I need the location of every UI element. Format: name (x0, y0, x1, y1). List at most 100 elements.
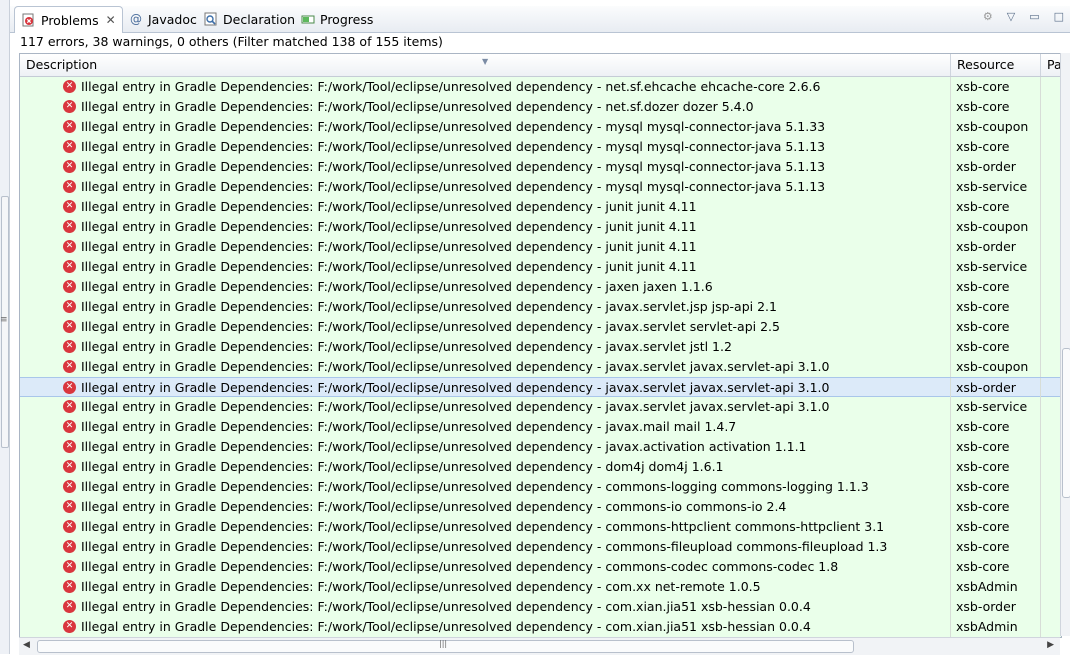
column-header-description[interactable]: Description ▼ (20, 54, 951, 76)
table-row[interactable]: ✕ Illegal entry in Gradle Dependencies: F… (20, 317, 1061, 337)
minimize-icon[interactable]: ▭ (1029, 10, 1039, 23)
table-row[interactable]: ✕ Illegal entry in Gradle Dependencies: F… (20, 597, 1061, 617)
table-row[interactable]: ✕ Illegal entry in Gradle Dependencies: F… (20, 157, 1061, 177)
table-row[interactable]: ✕ Illegal entry in Gradle Dependencies: F… (20, 417, 1061, 437)
maximize-icon[interactable]: □ (1054, 10, 1064, 23)
tab-problems-label: Problems (41, 12, 99, 28)
description-text: Illegal entry in Gradle Dependencies: F:… (81, 199, 697, 214)
path-cell (1041, 537, 1061, 557)
scroll-grip-icon: ||| (439, 639, 448, 648)
tab-declaration[interactable]: Declaration (197, 6, 301, 32)
table-row[interactable]: ✕ Illegal entry in Gradle Dependencies: F… (20, 357, 1061, 377)
error-icon: ✕ (63, 560, 76, 573)
path-cell (1041, 77, 1061, 97)
table-row[interactable]: ✕ Illegal entry in Gradle Dependencies: F… (20, 97, 1061, 117)
declaration-icon (203, 11, 219, 27)
table-row[interactable]: ✕ Illegal entry in Gradle Dependencies: F… (20, 237, 1061, 257)
table-row[interactable]: ✕ Illegal entry in Gradle Dependencies: F… (20, 617, 1061, 637)
path-cell (1041, 257, 1061, 277)
table-row[interactable]: ✕ Illegal entry in Gradle Dependencies: F… (20, 477, 1061, 497)
resource-cell: xsb-order (951, 597, 1041, 617)
description-text: Illegal entry in Gradle Dependencies: F:… (81, 319, 780, 334)
description-text: Illegal entry in Gradle Dependencies: F:… (81, 159, 826, 174)
description-text: Illegal entry in Gradle Dependencies: F:… (81, 419, 737, 434)
table-row[interactable]: ✕ Illegal entry in Gradle Dependencies: F… (20, 297, 1061, 317)
chevron-down-icon[interactable]: ▽ (1007, 10, 1015, 23)
vertical-scrollbar[interactable] (1060, 53, 1070, 636)
vertical-scroll-thumb[interactable] (1062, 348, 1070, 498)
description-text: Illegal entry in Gradle Dependencies: F:… (81, 380, 830, 395)
tab-javadoc[interactable]: @ Javadoc (122, 6, 203, 32)
table-row[interactable]: ✕ Illegal entry in Gradle Dependencies: F… (20, 277, 1061, 297)
column-header-resource[interactable]: Resource (951, 54, 1041, 76)
scroll-left-icon[interactable]: ◀ (23, 640, 30, 650)
path-cell (1041, 157, 1061, 177)
horizontal-scrollbar[interactable]: ◀ ||| ▶ (19, 637, 1060, 655)
resource-cell: xsb-coupon (951, 217, 1041, 237)
resource-cell: xsb-core (951, 77, 1041, 97)
error-icon: ✕ (63, 420, 76, 433)
error-icon: ✕ (63, 540, 76, 553)
error-icon: ✕ (63, 400, 76, 413)
error-icon: ✕ (63, 300, 76, 313)
resource-cell: xsb-core (951, 317, 1041, 337)
description-text: Illegal entry in Gradle Dependencies: F:… (81, 579, 761, 594)
table-row[interactable]: ✕ Illegal entry in Gradle Dependencies: F… (20, 537, 1061, 557)
tab-problems[interactable]: Problems ✕ (14, 6, 123, 33)
table-row[interactable]: ✕ Illegal entry in Gradle Dependencies: F… (20, 397, 1061, 417)
resource-cell: xsb-core (951, 477, 1041, 497)
resource-cell: xsb-core (951, 457, 1041, 477)
table-row[interactable]: ✕ Illegal entry in Gradle Dependencies: F… (20, 217, 1061, 237)
error-icon: ✕ (63, 520, 76, 533)
table-row[interactable]: ✕ Illegal entry in Gradle Dependencies: F… (20, 337, 1061, 357)
error-icon: ✕ (63, 180, 76, 193)
description-text: Illegal entry in Gradle Dependencies: F:… (81, 619, 811, 634)
table-row[interactable]: ✕ Illegal entry in Gradle Dependencies: F… (20, 517, 1061, 537)
javadoc-icon: @ (130, 12, 142, 26)
path-cell (1041, 617, 1061, 637)
path-cell (1041, 437, 1061, 457)
table-row[interactable]: ✕ Illegal entry in Gradle Dependencies: F… (20, 117, 1061, 137)
table-row[interactable]: ✕ Illegal entry in Gradle Dependencies: F… (20, 377, 1061, 398)
scroll-right-icon[interactable]: ▶ (1047, 640, 1054, 650)
error-icon: ✕ (63, 200, 76, 213)
resource-cell: xsb-order (951, 157, 1041, 177)
table-row[interactable]: ✕ Illegal entry in Gradle Dependencies: F… (20, 437, 1061, 457)
description-cell: ✕ Illegal entry in Gradle Dependencies: F… (20, 137, 951, 157)
table-row[interactable]: ✕ Illegal entry in Gradle Dependencies: F… (20, 577, 1061, 597)
table-row[interactable]: ✕ Illegal entry in Gradle Dependencies: F… (20, 457, 1061, 477)
left-sash[interactable]: ≡ (0, 0, 10, 654)
column-header-path[interactable]: Pa (1041, 54, 1061, 76)
description-cell: ✕ Illegal entry in Gradle Dependencies: F… (20, 217, 951, 237)
table-row[interactable]: ✕ Illegal entry in Gradle Dependencies: F… (20, 177, 1061, 197)
table-row[interactable]: ✕ Illegal entry in Gradle Dependencies: F… (20, 137, 1061, 157)
resource-cell: xsb-coupon (951, 117, 1041, 137)
description-cell: ✕ Illegal entry in Gradle Dependencies: F… (20, 417, 951, 437)
description-text: Illegal entry in Gradle Dependencies: F:… (81, 79, 821, 94)
description-text: Illegal entry in Gradle Dependencies: F:… (81, 399, 830, 414)
table-row[interactable]: ✕ Illegal entry in Gradle Dependencies: F… (20, 557, 1061, 577)
table-row[interactable]: ✕ Illegal entry in Gradle Dependencies: F… (20, 497, 1061, 517)
error-icon: ✕ (63, 580, 76, 593)
description-text: Illegal entry in Gradle Dependencies: F:… (81, 139, 826, 154)
table-header: Description ▼ Resource Pa (20, 54, 1061, 77)
resource-cell: xsb-core (951, 337, 1041, 357)
close-icon[interactable]: ✕ (106, 13, 116, 27)
description-text: Illegal entry in Gradle Dependencies: F:… (81, 519, 885, 534)
table-row[interactable]: ✕ Illegal entry in Gradle Dependencies: F… (20, 77, 1061, 97)
table-row[interactable]: ✕ Illegal entry in Gradle Dependencies: F… (20, 257, 1061, 277)
tab-javadoc-label: Javadoc (148, 11, 197, 27)
error-icon: ✕ (63, 600, 76, 613)
path-cell (1041, 117, 1061, 137)
description-cell: ✕ Illegal entry in Gradle Dependencies: F… (20, 177, 951, 197)
error-icon: ✕ (63, 460, 76, 473)
tab-progress[interactable]: Progress (294, 6, 379, 32)
view-menu-icon[interactable]: ⚙ (983, 10, 993, 23)
path-cell (1041, 237, 1061, 257)
path-cell (1041, 337, 1061, 357)
error-icon: ✕ (63, 280, 76, 293)
table-row[interactable]: ✕ Illegal entry in Gradle Dependencies: F… (20, 197, 1061, 217)
view-tab-bar: Problems ✕ @ Javadoc Declaration Progres… (10, 6, 1070, 33)
error-icon: ✕ (63, 100, 76, 113)
error-icon: ✕ (63, 340, 76, 353)
